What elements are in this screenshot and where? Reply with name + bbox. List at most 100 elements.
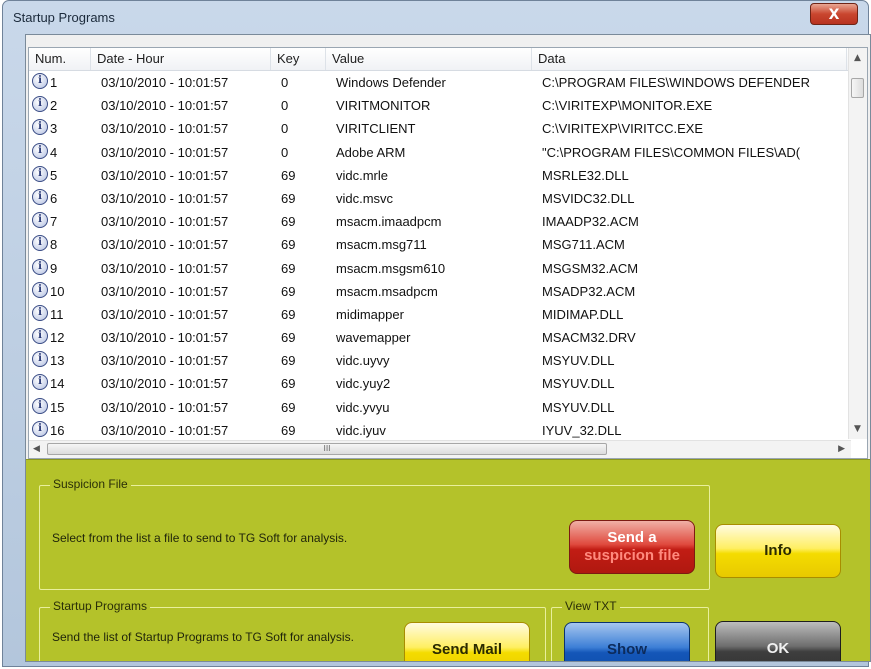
cell-key: 69 (281, 237, 296, 253)
column-header-data[interactable]: Data (532, 48, 847, 70)
table-row[interactable]: i 1 03/10/2010 - 10:01:57 0 Windows Defender… (29, 71, 847, 94)
column-header-num[interactable]: Num. (29, 48, 91, 70)
cell-date: 03/10/2010 - 10:01:57 (101, 121, 229, 137)
cell-num: 16 (50, 422, 65, 438)
send-mail-button[interactable]: Send Mail (404, 622, 530, 661)
cell-value: msacm.msadpcm (336, 283, 438, 299)
cell-data: MSACM32.DRV (542, 330, 636, 346)
cell-date: 03/10/2010 - 10:01:57 (101, 260, 229, 276)
cell-value: vidc.yvyu (336, 399, 390, 415)
cell-num: 11 (50, 306, 64, 322)
table-row[interactable]: i 10 03/10/2010 - 10:01:57 69 msacm.msadpcm M… (29, 280, 847, 303)
client-area: Num. Date - Hour Key Value Data i 1 03/10/… (25, 34, 871, 662)
cell-num: 12 (50, 330, 65, 346)
vertical-scroll-thumb[interactable] (851, 78, 864, 98)
cell-key: 69 (281, 167, 296, 183)
table-row[interactable]: i 6 03/10/2010 - 10:01:57 69 vidc.msvc MSVIDC… (29, 187, 847, 210)
cell-value: vidc.iyuv (336, 422, 386, 438)
cell-value: wavemapper (336, 330, 411, 346)
cell-key: 69 (281, 190, 296, 206)
info-icon: i (32, 281, 48, 298)
startup-programs-text: Send the list of Startup Programs to TG … (52, 630, 354, 644)
cell-data: MSGSM32.ACM (542, 260, 639, 276)
cell-num: 8 (50, 237, 58, 253)
cell-date: 03/10/2010 - 10:01:57 (101, 75, 229, 90)
table-row[interactable]: i 5 03/10/2010 - 10:01:57 69 vidc.mrle MSRLE3… (29, 164, 847, 187)
table-row[interactable]: i 14 03/10/2010 - 10:01:57 69 vidc.yuy2 MSYUV… (29, 372, 847, 395)
cell-key: 69 (281, 353, 296, 369)
table-row[interactable]: i 16 03/10/2010 - 10:01:57 69 vidc.iyuv IYUV_… (29, 419, 847, 439)
cell-key: 0 (281, 144, 289, 160)
cell-key: 0 (281, 75, 289, 90)
vertical-scrollbar[interactable]: ▲ ▼ (848, 48, 867, 439)
info-button[interactable]: Info (715, 524, 841, 578)
info-icon: i (32, 374, 48, 391)
cell-data: MIDIMAP.DLL (542, 306, 624, 322)
cell-key: 69 (281, 422, 296, 438)
show-button[interactable]: Show (564, 622, 690, 661)
column-header-value[interactable]: Value (326, 48, 532, 70)
cell-date: 03/10/2010 - 10:01:57 (101, 144, 229, 160)
table-row[interactable]: i 13 03/10/2010 - 10:01:57 69 vidc.uyvy MSYUV… (29, 349, 847, 372)
table-row[interactable]: i 4 03/10/2010 - 10:01:57 0 Adobe ARM "C:\PRO… (29, 141, 847, 164)
info-icon: i (32, 397, 48, 414)
column-header-date-hour[interactable]: Date - Hour (91, 48, 271, 70)
scroll-down-arrow-icon[interactable]: ▼ (854, 424, 861, 434)
cell-num: 4 (50, 144, 58, 160)
cell-date: 03/10/2010 - 10:01:57 (101, 167, 229, 183)
cell-key: 69 (281, 330, 296, 346)
cell-key: 69 (281, 260, 296, 276)
startup-programs-window: Startup Programs X Num. Date - Hour Key … (2, 0, 871, 667)
cell-date: 03/10/2010 - 10:01:57 (101, 399, 229, 415)
cell-date: 03/10/2010 - 10:01:57 (101, 98, 229, 114)
cell-key: 69 (281, 214, 296, 230)
cell-value: midimapper (336, 306, 404, 322)
startup-programs-legend: Startup Programs (50, 599, 151, 613)
cell-value: VIRITCLIENT (336, 121, 416, 137)
title-bar[interactable]: Startup Programs X (3, 1, 868, 31)
cell-num: 7 (50, 214, 58, 230)
cell-date: 03/10/2010 - 10:01:57 (101, 330, 229, 346)
cell-value: vidc.uyvy (336, 353, 390, 369)
table-row[interactable]: i 7 03/10/2010 - 10:01:57 69 msacm.imaadpcm I… (29, 210, 847, 233)
horizontal-scrollbar[interactable]: ◀ III ▶ (29, 440, 851, 458)
column-header-key[interactable]: Key (271, 48, 326, 70)
cell-value: vidc.msvc (336, 190, 394, 206)
scroll-right-arrow-icon[interactable]: ▶ (838, 444, 845, 454)
info-icon: i (32, 73, 48, 89)
cell-date: 03/10/2010 - 10:01:57 (101, 422, 229, 438)
info-icon: i (32, 420, 48, 437)
cell-num: 13 (50, 353, 65, 369)
cell-key: 69 (281, 306, 296, 322)
cell-date: 03/10/2010 - 10:01:57 (101, 283, 229, 299)
table-row[interactable]: i 3 03/10/2010 - 10:01:57 0 VIRITCLIENT C:\VI… (29, 117, 847, 140)
table-row[interactable]: i 12 03/10/2010 - 10:01:57 69 wavemapper MSAC… (29, 326, 847, 349)
scroll-up-arrow-icon[interactable]: ▲ (854, 53, 861, 63)
list-rows: i 1 03/10/2010 - 10:01:57 0 Windows Defender… (29, 71, 847, 439)
table-row[interactable]: i 2 03/10/2010 - 10:01:57 0 VIRITMONITOR C:\V… (29, 94, 847, 117)
table-row[interactable]: i 9 03/10/2010 - 10:01:57 69 msacm.msgsm610 M… (29, 257, 847, 280)
view-txt-legend: View TXT (562, 599, 620, 613)
close-button[interactable]: X (810, 3, 858, 25)
send-suspicion-file-button[interactable]: Send a suspicion file (569, 520, 695, 574)
startup-list[interactable]: Num. Date - Hour Key Value Data i 1 03/10/… (28, 47, 868, 459)
info-icon: i (32, 212, 48, 229)
cell-data: MSYUV.DLL (542, 376, 615, 392)
scroll-left-arrow-icon[interactable]: ◀ (33, 444, 40, 454)
info-icon: i (32, 119, 48, 136)
cell-value: vidc.mrle (336, 167, 389, 183)
cell-num: 6 (50, 190, 58, 206)
cell-data: "C:\PROGRAM FILES\COMMON FILES\AD( (542, 144, 801, 160)
cell-num: 9 (50, 260, 58, 276)
table-row[interactable]: i 8 03/10/2010 - 10:01:57 69 msacm.msg711 MSG… (29, 233, 847, 256)
cell-data: C:\VIRITEXP\VIRITCC.EXE (542, 121, 704, 137)
cell-data: IMAADP32.ACM (542, 214, 639, 230)
table-row[interactable]: i 15 03/10/2010 - 10:01:57 69 vidc.yvyu MSYUV… (29, 396, 847, 419)
cell-key: 69 (281, 399, 296, 415)
ok-button[interactable]: OK (715, 621, 841, 661)
cell-data: MSADP32.ACM (542, 283, 636, 299)
cell-date: 03/10/2010 - 10:01:57 (101, 190, 229, 206)
cell-value: msacm.msg711 (336, 237, 427, 253)
horizontal-scroll-thumb[interactable]: III (47, 443, 607, 455)
table-row[interactable]: i 11 03/10/2010 - 10:01:57 69 midimapper MIDI… (29, 303, 847, 326)
